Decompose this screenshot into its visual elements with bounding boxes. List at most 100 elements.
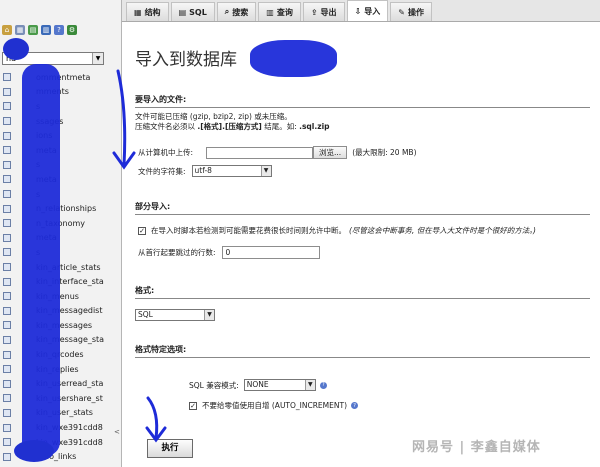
table-icon[interactable] [3,277,11,286]
skip-rows-label: 从首行起要跳过的行数: [138,248,216,257]
tab-4[interactable]: ⇪ 导出 [302,2,345,21]
sidebar-table-item[interactable]: kin_usershare_st [3,391,118,406]
auto-increment-label: 不要给零值使用自增 (AUTO_INCREMENT) [202,401,348,410]
sidebar-table-item[interactable]: kin_replies [3,362,118,377]
browse-button[interactable]: 浏览... [313,146,348,159]
interrupt-checkbox[interactable]: ✓ [138,226,146,235]
note-format-bold: .[格式].[压缩方式] [197,122,262,131]
sidebar-table-item[interactable]: meta [3,143,118,158]
tab-1[interactable]: ▤ SQL [170,2,215,21]
table-icon[interactable] [3,394,11,403]
table-icon[interactable] [3,335,11,344]
table-icon[interactable] [3,365,11,374]
sidebar-table-item[interactable]: kin_menus [3,289,118,304]
sidebar-table-item[interactable]: kin_messagedist [3,304,118,319]
sidebar-table-item[interactable]: s [3,187,118,202]
table-icon[interactable]: ▦ [15,25,25,35]
charset-select-value: utf-8 [194,166,212,175]
charset-select[interactable]: utf-8 ▼ [191,165,272,177]
table-icon[interactable] [3,87,11,96]
redaction-scribble [14,440,54,462]
help-icon[interactable]: ? [351,402,359,409]
table-icon[interactable] [3,423,11,432]
help-icon[interactable]: ? [319,381,327,389]
sidebar-table-item[interactable]: mments [3,85,118,100]
partial-import-heading: 部分导入: [135,201,590,215]
query-icon[interactable]: ▥ [41,25,51,35]
skip-rows-input[interactable]: 0 [221,246,320,259]
table-icon[interactable] [3,219,11,228]
format-row: SQL ▼ [135,309,215,321]
table-icon[interactable] [3,73,11,82]
table-icon[interactable] [3,263,11,272]
sidebar-table-item[interactable]: kin_interface_sta [3,274,118,289]
tab-6[interactable]: ✎ 操作 [390,2,432,21]
interrupt-row: ✓ 在导入时脚本若检测到可能需要花费很长时间则允许中断。 (尽管这会中断事务, … [138,225,536,236]
table-icon[interactable] [3,248,11,257]
compression-note: 文件可能已压缩 (gzip, bzip2, zip) 或未压缩。 压缩文件名必须… [135,112,590,132]
table-icon[interactable] [3,146,11,155]
format-options-heading: 格式特定选项: [135,344,590,358]
tab-icon: ⇩ [354,6,362,16]
sidebar-table-item[interactable]: kin_qrcodes [3,347,118,362]
sidebar-table-item[interactable]: n_taxonomy [3,216,118,231]
auto-increment-checkbox[interactable]: ✓ [189,401,197,410]
partial-import-section: 部分导入: [135,201,590,219]
format-select[interactable]: SQL ▼ [135,309,215,321]
tab-icon: ▦ [134,7,142,17]
settings-icon[interactable]: ⚙ [67,25,77,35]
sidebar-table-item[interactable]: kin_article_stats [3,260,118,275]
compat-select[interactable]: NONE ▼ [243,379,316,391]
table-icon[interactable] [3,321,11,330]
sidebar-table-item[interactable]: kin_message_sta [3,333,118,348]
sidebar-table-item[interactable]: kin_userread_sta [3,376,118,391]
table-icon[interactable] [3,438,11,447]
tab-3[interactable]: ▥ 查询 [258,2,301,21]
tab-label: 操作 [407,7,424,17]
table-icon[interactable] [3,117,11,126]
sidebar-table-item[interactable]: meta [3,172,118,187]
chevron-down-icon: ▼ [204,310,214,320]
note-example-bold: .sql.zip [299,122,330,131]
file-path-field[interactable] [206,146,314,159]
sidebar-table-item[interactable]: s [3,158,118,173]
table-icon[interactable] [3,233,11,242]
table-icon[interactable] [3,175,11,184]
help-icon[interactable]: ? [54,25,64,35]
table-icon[interactable] [3,452,11,461]
table-icon[interactable] [3,190,11,199]
sidebar-table-item[interactable]: kin_wxe391cdd8 [3,420,118,435]
sidebar-table-item[interactable]: n_relationships [3,201,118,216]
sidebar-table-item[interactable]: meta [3,231,118,246]
table-icon[interactable] [3,306,11,315]
table-icon[interactable] [3,379,11,388]
note-text: 结尾。如: [261,122,300,131]
sidebar-table-item[interactable]: ommentmeta [3,70,118,85]
sql-icon[interactable]: ▤ [28,25,38,35]
scroll-arrow-icon[interactable]: < [114,428,120,436]
watermark: 网易号 | 李鑫自媒体 [412,440,541,455]
table-icon[interactable] [3,102,11,111]
tab-label: 结构 [144,7,161,17]
table-icon[interactable] [3,292,11,301]
page-title: 导入到数据库 [135,50,237,70]
tab-icon: ⇪ [310,7,318,17]
sidebar-table-item[interactable]: ions [3,128,118,143]
format-section: 格式: [135,285,590,303]
sidebar-table-item[interactable]: kin_messages [3,318,118,333]
table-icon[interactable] [3,131,11,140]
main-panel: 导入到数据库 要导入的文件: 文件可能已压缩 (gzip, bzip2, zip… [112,22,600,467]
tab-0[interactable]: ▦ 结构 [126,2,169,21]
tab-5[interactable]: ⇩ 导入 [346,0,389,21]
auto-increment-row: ✓ 不要给零值使用自增 (AUTO_INCREMENT) ? [189,400,359,411]
home-icon[interactable]: ⌂ [2,25,12,35]
table-icon[interactable] [3,160,11,169]
table-icon[interactable] [3,408,11,417]
sidebar-table-item[interactable]: ssages [3,114,118,129]
sidebar-table-item[interactable]: s [3,99,118,114]
tab-2[interactable]: ⌕ 搜索 [216,2,257,21]
sidebar-table-item[interactable]: s [3,245,118,260]
sidebar-table-item[interactable]: kin_user_stats [3,406,118,421]
table-icon[interactable] [3,350,11,359]
table-icon[interactable] [3,204,11,213]
